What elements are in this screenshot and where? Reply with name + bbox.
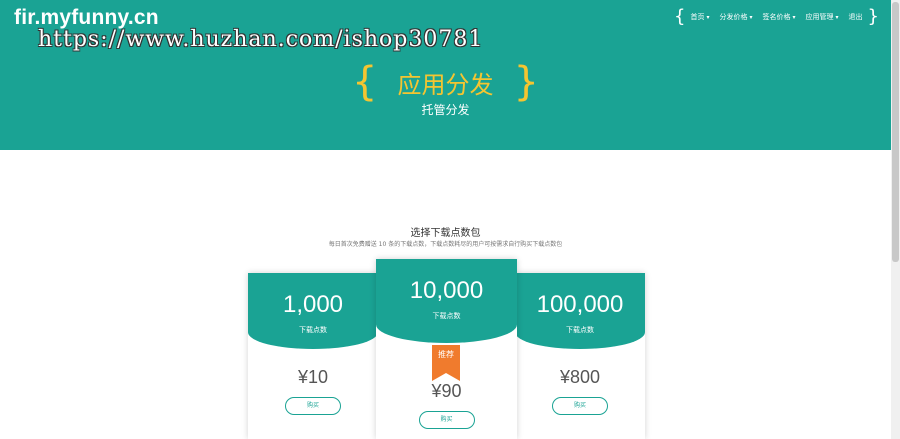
hero-title: { 应用分发} [0, 62, 891, 102]
vertical-scrollbar[interactable] [891, 0, 900, 439]
nav-item-label: 首页 [690, 13, 705, 21]
nav-item-label: 分发价格 [719, 13, 748, 21]
plan-unit: 下载点数 [299, 326, 327, 334]
scrollbar-thumb[interactable] [892, 2, 899, 262]
nav-open-brace: { [674, 6, 686, 27]
nav-item-label: 签名价格 [762, 13, 791, 21]
chevron-down-icon: ▾ [749, 13, 753, 21]
hero-open-brace: { [352, 59, 378, 105]
nav-item-label: 应用管理 [805, 13, 834, 21]
plan-price: ¥10 [297, 367, 329, 387]
top-nav: { 首页 ▾ 分发价格 ▾ 签名价格 ▾ 应用管理 ▾ 退出 } [674, 8, 879, 26]
chevron-down-icon: ▾ [706, 13, 710, 21]
section-title: 选择下载点数包 [410, 228, 481, 239]
hero-banner: fir.myfunny.cn { 首页 ▾ 分发价格 ▾ 签名价格 ▾ 应用管理… [0, 0, 891, 150]
hero-close-brace: } [513, 59, 539, 105]
buy-button[interactable]: 购买 [552, 397, 608, 415]
plan-unit: 下载点数 [432, 312, 461, 320]
nav-item-label: 退出 [848, 13, 863, 21]
recommend-badge: 推荐 [432, 345, 460, 381]
section-description: 每日首次免费赠送 10 条的下载点数，下载点数耗尽的用户可按需求自行购买下载点数… [328, 241, 563, 248]
nav-item-home[interactable]: 首页 ▾ [690, 12, 709, 22]
nav-item-logout[interactable]: 退出 [849, 12, 863, 22]
hero-subtitle: 托管分发 [421, 103, 470, 117]
chevron-down-icon: ▾ [792, 13, 796, 21]
hero-title-text: 应用分发 [397, 70, 494, 99]
nav-close-brace: } [867, 6, 879, 27]
nav-item-sign-price[interactable]: 签名价格 ▾ [763, 12, 796, 22]
plan-unit: 下载点数 [566, 326, 594, 334]
plan-card-1000: 1,000 下载点数 ¥10 购买 [248, 273, 378, 439]
nav-item-dist-price[interactable]: 分发价格 ▾ [720, 12, 753, 22]
badge-label: 推荐 [438, 350, 454, 359]
plan-amount: 1,000 [282, 291, 344, 318]
plan-card-100000: 100,000 下载点数 ¥800 购买 [515, 273, 645, 439]
plan-price: ¥800 [559, 367, 601, 387]
buy-button[interactable]: 购买 [285, 397, 341, 415]
chevron-down-icon: ▾ [835, 13, 839, 21]
buy-button[interactable]: 购买 [418, 411, 475, 429]
plan-amount: 10,000 [409, 277, 484, 304]
nav-item-app-manage[interactable]: 应用管理 ▾ [806, 12, 839, 22]
plan-amount: 100,000 [536, 291, 624, 318]
plan-price: ¥90 [431, 381, 462, 401]
plan-card-10000: 10,000 下载点数 推荐 ¥90 购买 [376, 259, 517, 439]
watermark-text: https://www.huzhan.com/ishop30781 [38, 27, 484, 52]
